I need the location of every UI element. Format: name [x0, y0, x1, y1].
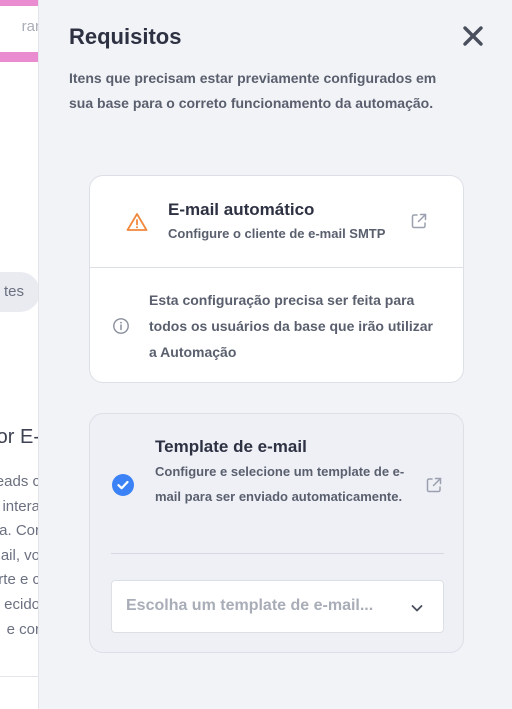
- check-circle-icon: [112, 474, 134, 496]
- card-divider: [90, 267, 463, 268]
- requirements-drawer: Requisitos Itens que precisam estar prev…: [39, 0, 512, 709]
- close-icon: [463, 26, 483, 46]
- background-text-line: arte e c: [0, 571, 38, 589]
- background-accent-bar: [0, 0, 38, 6]
- template-card-title: Template de e-mail: [155, 437, 307, 456]
- background-heading: or E-: [0, 426, 39, 448]
- background-page: rar tes or E- eads c intera a. Cor ail, …: [0, 0, 39, 709]
- email-card-subtitle: Configure o cliente de e-mail SMTP: [168, 226, 386, 241]
- chevron-down-icon: [411, 605, 423, 612]
- background-text-line: a. Cor: [0, 522, 39, 540]
- background-text-line: intera: [2, 497, 39, 515]
- drawer-description: Itens que precisam estar previamente con…: [69, 70, 437, 111]
- template-select[interactable]: Escolha um template de e-mail...: [111, 580, 444, 633]
- background-divider: [0, 676, 38, 677]
- background-search-fragment: rar: [21, 18, 39, 35]
- background-text-line: e cor: [6, 620, 39, 638]
- template-card-subtitle: Configure e selecione um template de e-m…: [155, 464, 405, 504]
- background-text-line: eads c: [0, 473, 38, 490]
- email-card-title: E-mail automático: [168, 200, 315, 219]
- template-requirement-card: Template de e-mail Configure e selecione…: [89, 413, 464, 653]
- card-divider: [111, 553, 444, 554]
- drawer-title: Requisitos: [69, 24, 182, 49]
- email-requirement-card: E-mail automático Configure o cliente de…: [89, 175, 464, 383]
- background-chip-text: tes: [3, 283, 24, 300]
- email-card-info: Esta configuração precisa ser feita para…: [149, 292, 433, 360]
- warning-icon: [126, 213, 148, 231]
- template-select-placeholder: Escolha um template de e-mail...: [126, 597, 374, 614]
- info-icon: [113, 318, 129, 334]
- background-text: eads c intera a. Cor ail, vo arte e c ec…: [0, 470, 39, 642]
- background-accent-bar: [0, 52, 38, 62]
- background-text-line: ecido: [4, 595, 39, 613]
- background-text-line: ail, vo: [0, 546, 39, 564]
- external-link-icon[interactable]: [425, 476, 443, 494]
- close-button[interactable]: [459, 22, 487, 50]
- external-link-icon[interactable]: [410, 212, 428, 230]
